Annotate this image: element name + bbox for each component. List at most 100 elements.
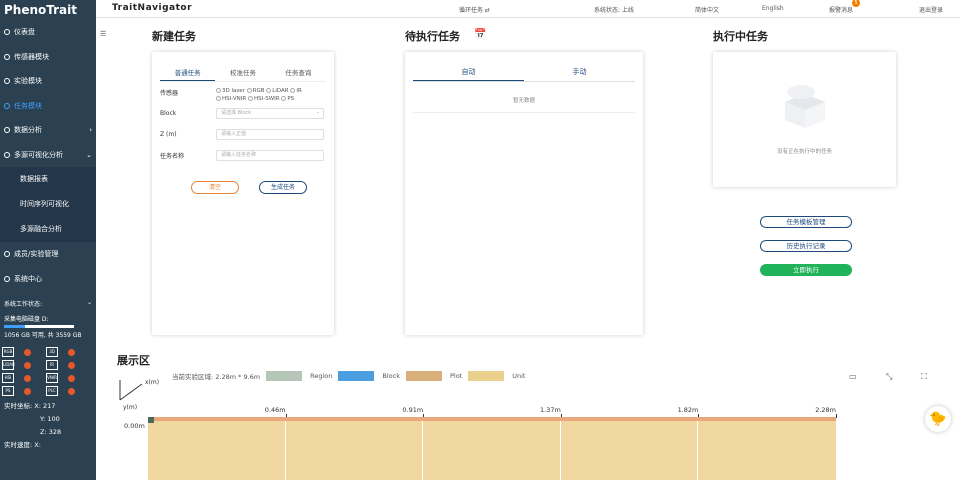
block-select[interactable]: 请选择 Block ⌄ bbox=[216, 108, 324, 119]
sidebar-item-system[interactable]: 系统中心 bbox=[0, 267, 96, 292]
pending-tabs: 自动 手动 bbox=[413, 64, 635, 81]
lang-english[interactable]: English bbox=[762, 5, 784, 12]
new-task-tabs: 普通任务 校准任务 任务查询 bbox=[160, 64, 326, 82]
sensor-radio-ps[interactable]: PS bbox=[281, 96, 294, 102]
sensor-radio-3d-laser[interactable]: 3D laser bbox=[216, 88, 245, 94]
legend-swatch-region bbox=[266, 371, 303, 381]
display-area-title: 展示区 bbox=[117, 354, 150, 367]
status-dot bbox=[68, 375, 75, 382]
field-gridline bbox=[422, 421, 424, 480]
fullscreen-icon[interactable]: ⛶ bbox=[921, 372, 927, 382]
legend-swatch-plot bbox=[405, 371, 442, 381]
chevron-down-icon: ⌄ bbox=[86, 299, 92, 306]
system-status-title[interactable]: 系统工作状态: ⌄ bbox=[4, 299, 92, 308]
tab-normal-task[interactable]: 普通任务 bbox=[160, 64, 216, 81]
pending-task-title: 待执行任务 bbox=[405, 30, 460, 43]
legend-region: Region bbox=[310, 372, 333, 380]
sensor-radio-group: 3D laser RGB LiDAR IR HSI-VNIR HSI-SWIR … bbox=[216, 87, 302, 103]
sidebar-item-experiments[interactable]: 实验模块 bbox=[0, 69, 96, 94]
sidebar-item-dashboard[interactable]: 仪表盘 bbox=[0, 20, 96, 45]
top-bar: TraitNavigator 循环任务 ⇄ 系统状态: 上线 简体中文 Engl… bbox=[96, 0, 960, 18]
experiment-icon bbox=[4, 78, 10, 85]
legend: 当前实验区域: 2.28m * 9.6m Region Block Plot U… bbox=[172, 371, 525, 381]
running-task-card: 没有正在执行中的任务 bbox=[713, 52, 896, 187]
status-dot bbox=[68, 362, 75, 369]
coord-label: 实时坐标: bbox=[4, 402, 33, 410]
system-status: 系统工作状态: ⌄ 采集电脑磁盘 D: 1056 GB 可用, 共 3559 GB bbox=[0, 291, 96, 343]
task-name-row: 任务名称 请输入任务名称 bbox=[160, 150, 324, 161]
status-dot bbox=[24, 375, 31, 382]
tab-manual[interactable]: 手动 bbox=[524, 64, 635, 81]
app-title: TraitNavigator bbox=[112, 3, 193, 13]
sensor-radio-lidar[interactable]: LiDAR bbox=[266, 88, 289, 94]
system-icon bbox=[4, 275, 10, 282]
members-icon bbox=[4, 251, 10, 258]
lang-chinese[interactable]: 简体中文 bbox=[695, 5, 719, 14]
calendar-icon[interactable]: 📅 bbox=[474, 29, 486, 40]
status-dot bbox=[24, 349, 31, 356]
sidebar-item-visualization[interactable]: 多源可视化分析 ⌄ bbox=[0, 143, 96, 168]
z-label: Z (m) bbox=[160, 131, 177, 138]
pending-task-card: 自动 手动 暂无数据 bbox=[405, 52, 643, 335]
status-dot bbox=[68, 388, 75, 395]
sensor-icon bbox=[4, 53, 10, 60]
x-axis-label: x(m) bbox=[145, 379, 160, 386]
x-tick-label: 0.91m bbox=[402, 406, 424, 414]
divider bbox=[413, 81, 635, 82]
y-origin-label: 0.00m bbox=[124, 422, 145, 430]
sensor-3d-icon: 3D bbox=[46, 347, 58, 357]
sensor-hsi-icon: HSI bbox=[2, 373, 14, 383]
disk-label: 采集电脑磁盘 D: bbox=[4, 316, 49, 323]
app-logo: PhenoTrait bbox=[4, 3, 77, 17]
field-gridline bbox=[559, 421, 561, 480]
y-axis-label: y(m) bbox=[123, 404, 138, 411]
alarm-messages[interactable]: 报警消息 bbox=[829, 5, 853, 14]
sidebar-sub-item-report[interactable]: 数据报表 bbox=[0, 167, 96, 192]
sidebar-item-label: 多源可视化分析 bbox=[14, 150, 63, 159]
chevron-right-icon: › bbox=[89, 126, 92, 134]
sidebar-item-sensors[interactable]: 传感器模块 bbox=[0, 45, 96, 70]
tab-calibration-task[interactable]: 校准任务 bbox=[215, 64, 270, 81]
history-button[interactable]: 历史执行记录 bbox=[760, 240, 852, 252]
radio-label: PS bbox=[287, 96, 295, 102]
sidebar-sub-item-timeseries[interactable]: 时间序列可视化 bbox=[0, 192, 96, 217]
sidebar-item-members[interactable]: 成员/实验管理 bbox=[0, 242, 96, 267]
fit-view-icon[interactable]: ⤡ bbox=[886, 372, 892, 382]
legend-swatch-block bbox=[338, 371, 375, 381]
sidebar-item-label: 仪表盘 bbox=[14, 28, 35, 36]
sidebar-item-data-analysis[interactable]: 数据分析 › bbox=[0, 118, 96, 143]
logout-link[interactable]: 退出登录 bbox=[919, 5, 943, 14]
reset-button[interactable]: 清空 bbox=[191, 181, 239, 194]
tab-auto[interactable]: 自动 bbox=[413, 64, 524, 81]
visualization-icon bbox=[4, 151, 10, 158]
sensor-radio-rgb[interactable]: RGB bbox=[246, 88, 265, 94]
task-name-input[interactable]: 请输入任务名称 bbox=[216, 150, 324, 161]
sensor-radio-ir[interactable]: IR bbox=[290, 88, 302, 94]
tab-task-query[interactable]: 任务查询 bbox=[271, 64, 326, 81]
radio-label: IR bbox=[296, 88, 302, 94]
template-manage-button[interactable]: 任务模板管理 bbox=[760, 216, 852, 228]
sensor-ps-icon: PS bbox=[2, 386, 14, 396]
loop-task-toggle[interactable]: 循环任务 ⇄ bbox=[459, 5, 490, 14]
sidebar-sub-item-fusion[interactable]: 多源融合分析 bbox=[0, 217, 96, 242]
z-input[interactable]: 请输入正值 bbox=[216, 129, 324, 140]
sensor-radio-hsi-vnir[interactable]: HSI-VNIR bbox=[216, 96, 246, 102]
block-row: Block 请选择 Block ⌄ bbox=[160, 108, 324, 119]
collapse-menu-icon[interactable]: ☰ bbox=[100, 30, 106, 38]
generate-task-button[interactable]: 生成任务 bbox=[259, 181, 307, 194]
field-edge bbox=[148, 417, 836, 421]
system-status-label: 系统工作状态: bbox=[4, 301, 43, 308]
sidebar-item-label: 实验模块 bbox=[14, 77, 42, 85]
assistant-avatar[interactable]: 🐤 bbox=[925, 406, 951, 432]
coord-y: Y: 100 bbox=[40, 415, 60, 423]
sidebar-item-tasks[interactable]: 任务模块 bbox=[0, 94, 96, 119]
screenshot-icon[interactable]: ▭ bbox=[849, 372, 857, 381]
field-map[interactable] bbox=[148, 417, 836, 480]
running-task-title: 执行中任务 bbox=[713, 30, 768, 43]
status-dot bbox=[24, 388, 31, 395]
run-now-button[interactable]: 立即执行 bbox=[760, 264, 852, 276]
radio-label: RGB bbox=[252, 88, 265, 94]
sensor-radio-hsi-swir[interactable]: HSI-SWIR bbox=[247, 96, 280, 102]
coord-z: Z: 328 bbox=[40, 428, 62, 436]
chart-icon bbox=[4, 127, 10, 134]
